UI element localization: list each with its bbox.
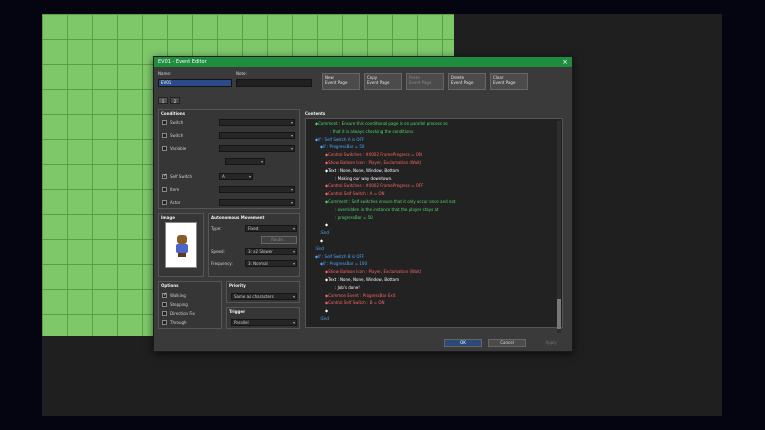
contents-title: Contents [305,111,326,116]
priority-title: Priority [229,283,246,288]
option-label-1: Stepping [170,302,188,307]
event-command-line[interactable]: ◆Common Event : ProgressBar Exit [325,293,395,299]
condition-select-4[interactable] [219,186,295,193]
contents-scrollbar[interactable] [557,121,561,333]
trigger-title: Trigger [229,309,246,314]
ok-button[interactable]: OK [444,339,482,347]
note-input[interactable] [236,79,312,87]
event-command-line[interactable]: ◆Control Switches : #0002 FrameProgress … [325,183,423,189]
scrollbar-thumb[interactable] [557,299,561,329]
name-label: Name: [158,71,172,76]
option-label-3: Through [170,320,187,325]
priority-select[interactable]: Same as characters [231,293,297,300]
close-icon[interactable]: × [562,57,568,67]
dialog-title: EV01 - Event Editor [158,59,207,65]
option-checkbox-3[interactable] [162,320,167,325]
screen: EV01 - Event Editor × Name: EV01 Note: N… [0,0,765,430]
condition-checkbox-1[interactable] [162,133,167,138]
event-editor-dialog: EV01 - Event Editor × Name: EV01 Note: N… [153,56,573,352]
event-command-line[interactable]: : Making our way downtown. [335,176,392,182]
condition-checkbox-3[interactable] [162,173,167,179]
option-label-0: Walking [170,293,186,298]
event-command-line[interactable]: : progressBar = 50 [335,215,373,221]
event-command-line[interactable]: : that it is always checking the conditi… [330,129,414,135]
condition-select-2[interactable] [219,145,295,152]
movement-title: Autonomous Movement [211,215,265,220]
option-checkbox-0[interactable] [162,292,167,298]
condition-label-0: Switch [170,120,184,125]
condition-checkbox-2[interactable] [162,146,167,151]
event-command-line[interactable]: :End [320,316,329,322]
condition-label-4: Item [170,187,180,192]
conditions-group: Conditions Switch Switch Variable Self Swit… [158,109,300,209]
event-command-line[interactable]: ◆If : ProgressBar = 50 [320,144,364,150]
tab-page-2[interactable]: 2 [170,97,180,104]
event-command-line[interactable]: ◆If : ProgressBar = 100 [320,261,367,267]
condition-label-2: Variable [170,146,187,151]
name-input[interactable]: EV01 [158,79,232,87]
copy-event-page-button[interactable]: Copy Event Page [364,73,402,90]
condition-select-5[interactable] [219,199,295,206]
event-command-line[interactable]: ◆Show Balloon Icon : Player, Exclamation… [325,160,421,166]
condition-label-1: Switch [170,133,184,138]
condition-select-1[interactable] [219,132,295,139]
event-command-line[interactable]: ◆If : Self Switch B is OFF [315,254,364,260]
event-command-line[interactable]: ◆Show Balloon Icon : Player, Exclamation… [325,269,421,275]
condition-checkbox-4[interactable] [162,187,167,192]
options-group: Options Walking Stepping Direction Fix Thro… [158,281,222,329]
option-checkbox-1[interactable] [162,302,167,307]
event-command-line[interactable]: ◆Comment : Self switches ensure that it … [325,199,455,205]
condition-checkbox-0[interactable] [162,120,167,125]
event-command-line[interactable]: :End [320,230,329,236]
event-command-line[interactable]: ◆Text : None, None, Window, Bottom [325,277,399,283]
autonomous-movement-group: Autonomous Movement Type: Fixed Route...… [208,213,300,277]
event-command-line[interactable]: : Job's done! [335,285,360,291]
speed-label: Speed: [211,249,225,254]
contents-list[interactable]: ◆Comment : Ensure this conditional page … [305,118,563,333]
type-label: Type: [211,226,222,231]
trigger-group: Trigger Parallel [226,307,300,329]
frequency-select[interactable]: 3: Normal [245,260,297,267]
delete-event-page-button[interactable]: Delete Event Page [448,73,486,90]
event-command-line[interactable]: :End [315,246,324,252]
frequency-label: Frequency: [211,261,233,266]
event-command-line[interactable]: : overridden in the instance that the pl… [335,207,438,213]
condition-label-3: Self Switch [170,174,193,179]
condition-select-3[interactable]: A [219,173,253,180]
route-button[interactable]: Route... [261,236,297,244]
speed-select[interactable]: 3: x2 Slower [245,248,297,255]
condition-label-5: Actor [170,200,181,205]
event-command-line[interactable]: ◆Control Switches : #0002 FrameProgress … [325,152,422,158]
type-select[interactable]: Fixed [245,225,297,232]
options-title: Options [161,283,179,288]
variable-value-input[interactable] [225,158,265,165]
event-command-line[interactable]: ◆ [325,222,328,228]
dialog-titlebar: EV01 - Event Editor × [154,57,572,67]
event-command-line[interactable]: ◆ [320,238,323,244]
clear-event-page-button[interactable]: Clear Event Page [490,73,528,90]
event-command-line[interactable]: ◆Comment : Ensure this conditional page … [315,121,448,127]
condition-select-0[interactable] [219,119,295,126]
event-command-line[interactable]: ◆Control Self Switch : A = ON [325,191,384,197]
paste-event-page-button[interactable]: Paste Event Page [406,73,444,90]
option-checkbox-2[interactable] [162,311,167,316]
event-command-line[interactable]: ◆Text : None, None, Window, Bottom [325,168,399,174]
image-title: Image [161,215,175,220]
option-label-2: Direction Fix [170,311,195,316]
event-command-line[interactable]: ◆Control Self Switch : B = ON [325,300,385,306]
note-label: Note: [236,71,247,76]
trigger-select[interactable]: Parallel [231,319,297,326]
tab-page-1[interactable]: 1 [158,97,168,104]
apply-button[interactable]: Apply [532,339,570,347]
priority-group: Priority Same as characters [226,281,300,303]
new-event-page-button[interactable]: New Event Page [322,73,360,90]
event-image-preview[interactable] [165,222,197,268]
conditions-title: Conditions [161,111,186,116]
event-command-line[interactable]: ◆ [325,308,328,314]
character-sprite [175,235,189,257]
cancel-button[interactable]: Cancel [488,339,526,347]
condition-checkbox-5[interactable] [162,200,167,205]
event-command-line[interactable]: ◆If : Self Switch A is OFF [315,137,364,143]
